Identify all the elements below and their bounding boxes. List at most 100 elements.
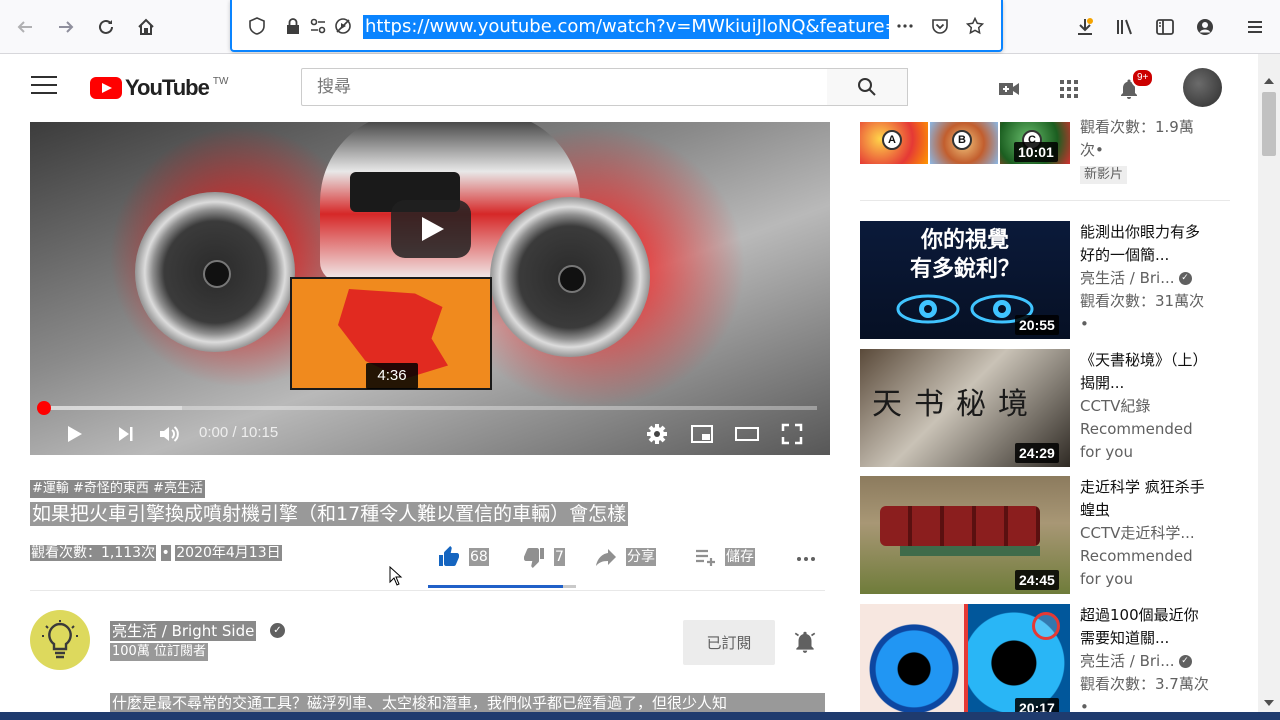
divider xyxy=(30,590,825,591)
url-bar[interactable]: https://www.youtube.com/watch?v=MWkiuiJl… xyxy=(230,0,1003,52)
page-scrollbar[interactable] xyxy=(1258,54,1280,720)
volume-button[interactable] xyxy=(154,419,184,449)
notification-badge: 9+ xyxy=(1131,68,1155,88)
rec-thumbnail-1[interactable]: 你的視覺 有多銳利？ 20:55 xyxy=(860,221,1070,339)
next-button[interactable] xyxy=(110,419,140,449)
search-button[interactable] xyxy=(827,68,908,106)
browser-toolbar: https://www.youtube.com/watch?v=MWkiuiJl… xyxy=(0,0,1280,54)
play-icon[interactable] xyxy=(391,200,471,258)
account-icon[interactable] xyxy=(1190,12,1220,42)
rec-channel: 亮生活 / Bri... xyxy=(1080,269,1175,287)
shield-icon[interactable] xyxy=(246,15,268,37)
channel-avatar[interactable] xyxy=(30,610,90,670)
create-video-icon[interactable] xyxy=(996,76,1022,102)
share-label: 分享 xyxy=(626,548,656,566)
rec-thumbnail-3[interactable]: 24:45 xyxy=(860,476,1070,594)
letter-b: B xyxy=(952,130,972,150)
progress-scrubber[interactable] xyxy=(37,401,51,415)
search-input[interactable] xyxy=(302,69,827,105)
gear-icon xyxy=(647,424,667,444)
publish-date: 2020年4月13日 xyxy=(175,545,282,561)
rec-views-cont: 次• xyxy=(1080,141,1104,159)
rec-title: 走近科学 疯狂杀手 蝗虫 xyxy=(1080,478,1205,519)
avatar[interactable] xyxy=(1183,68,1222,107)
letter-a: A xyxy=(882,130,902,150)
autoplay-blocked-icon[interactable] xyxy=(332,15,354,37)
rec-views: 觀看次數：31萬次• xyxy=(1080,292,1205,333)
like-ratio-fill xyxy=(428,585,563,588)
rec-meta-3[interactable]: 走近科学 疯狂杀手 蝗虫 CCTV走近科学... Recommended for… xyxy=(1080,476,1210,591)
duration-badge: 24:29 xyxy=(1015,443,1059,463)
theater-mode-icon xyxy=(735,427,759,441)
reload-icon[interactable] xyxy=(91,12,121,42)
rec-meta-4[interactable]: 超過100個最近你需要知道關... 亮生活 / Bri... ✓ 觀看次數：3.7… xyxy=(1080,604,1210,719)
library-icon[interactable] xyxy=(1110,12,1140,42)
bookmark-star-icon[interactable] xyxy=(964,15,986,37)
divider xyxy=(860,200,1230,201)
youtube-logo[interactable]: YouTube TW xyxy=(90,75,228,100)
lock-icon[interactable] xyxy=(282,15,304,37)
fullscreen-icon xyxy=(781,423,803,445)
save-button[interactable]: 儲存 xyxy=(693,543,755,571)
permissions-icon[interactable] xyxy=(307,15,329,37)
subscriber-count: 100萬 位訂閱者 xyxy=(110,643,208,661)
menu-icon[interactable] xyxy=(1240,12,1270,42)
more-actions-icon[interactable] xyxy=(790,545,822,573)
rec-thumbnail-2[interactable]: 天书秘境 24:29 xyxy=(860,349,1070,467)
video-title: 如果把火車引擎換成噴射機引擎（和17種令人難以置信的車輛）會怎樣 xyxy=(30,502,629,526)
separator: • xyxy=(160,545,171,561)
rec-channel: 亮生活 / Bri... xyxy=(1080,652,1175,670)
home-icon[interactable] xyxy=(131,12,161,42)
skip-next-icon xyxy=(119,427,133,441)
rec-meta-0[interactable]: 觀看次數：1.9萬 次• 新影片 xyxy=(1080,116,1210,185)
share-button[interactable]: 分享 xyxy=(594,543,656,571)
subscribed-button[interactable]: 已訂閱 xyxy=(683,620,775,665)
like-count: 68 xyxy=(469,548,489,566)
hashtags[interactable]: #運輸 #奇怪的東西 #亮生活 xyxy=(30,480,205,498)
time-display: 0:00 / 10:15 xyxy=(199,424,279,441)
channel-name[interactable]: 亮生活 / Bright Side xyxy=(110,621,257,641)
view-count: 觀看次數：1,113次 xyxy=(30,545,157,561)
scroll-down-arrow-icon[interactable] xyxy=(1264,700,1274,706)
highlight-circle xyxy=(1032,612,1060,640)
forward-icon[interactable] xyxy=(51,12,81,42)
rec-thumbnail-0[interactable]: A B C 10:01 xyxy=(860,122,1070,164)
guide-menu-button[interactable] xyxy=(31,76,57,98)
progress-bar[interactable] xyxy=(43,406,817,410)
dislike-count: 7 xyxy=(554,548,565,566)
fullscreen-button[interactable] xyxy=(777,419,807,449)
sidebar-icon[interactable] xyxy=(1150,12,1180,42)
settings-button[interactable] xyxy=(642,419,672,449)
url-text[interactable]: https://www.youtube.com/watch?v=MWkiuiJl… xyxy=(363,15,889,39)
mouse-cursor-icon xyxy=(389,566,403,586)
notification-bell-icon[interactable] xyxy=(792,628,818,656)
jet-engine-left xyxy=(135,192,295,352)
rec-views: 觀看次數：1.9萬 xyxy=(1080,118,1194,136)
play-button[interactable] xyxy=(58,419,88,449)
play-control-icon xyxy=(68,426,82,442)
more-icon[interactable] xyxy=(894,15,916,37)
rec-title: 能測出你眼力有多好的一個簡... xyxy=(1080,223,1201,264)
miniplayer-icon xyxy=(691,425,713,443)
theater-mode-button[interactable] xyxy=(732,419,762,449)
download-icon[interactable] xyxy=(1070,12,1100,42)
os-taskbar xyxy=(0,712,1280,720)
rec-thumbnail-4[interactable]: 20:17 xyxy=(860,604,1070,720)
rec-meta-2[interactable]: 《天書秘境》（上）揭開... CCTV紀錄 Recommended for yo… xyxy=(1080,349,1210,464)
apps-grid-icon[interactable] xyxy=(1056,76,1082,102)
miniplayer-button[interactable] xyxy=(687,419,717,449)
rec-meta-1[interactable]: 能測出你眼力有多好的一個簡... 亮生活 / Bri... ✓ 觀看次數：31萬次… xyxy=(1080,221,1210,336)
playlist-add-icon xyxy=(696,549,715,566)
dislike-button[interactable]: 7 xyxy=(522,543,565,571)
scroll-thumb[interactable] xyxy=(1262,92,1276,156)
scrub-preview-time: 4:36 xyxy=(366,363,418,389)
scroll-up-arrow-icon[interactable] xyxy=(1264,78,1274,84)
back-icon[interactable] xyxy=(10,12,40,42)
pocket-icon[interactable] xyxy=(929,15,951,37)
thumb-rack xyxy=(900,546,1040,556)
duration-badge: 10:01 xyxy=(1014,142,1058,162)
like-button[interactable]: 68 xyxy=(437,543,489,571)
eye-left-image xyxy=(860,604,964,720)
video-player[interactable]: 4:36 0:00 / 10:15 xyxy=(30,122,830,455)
view-count-line: 觀看次數：1,113次 • 2020年4月13日 xyxy=(30,543,282,563)
